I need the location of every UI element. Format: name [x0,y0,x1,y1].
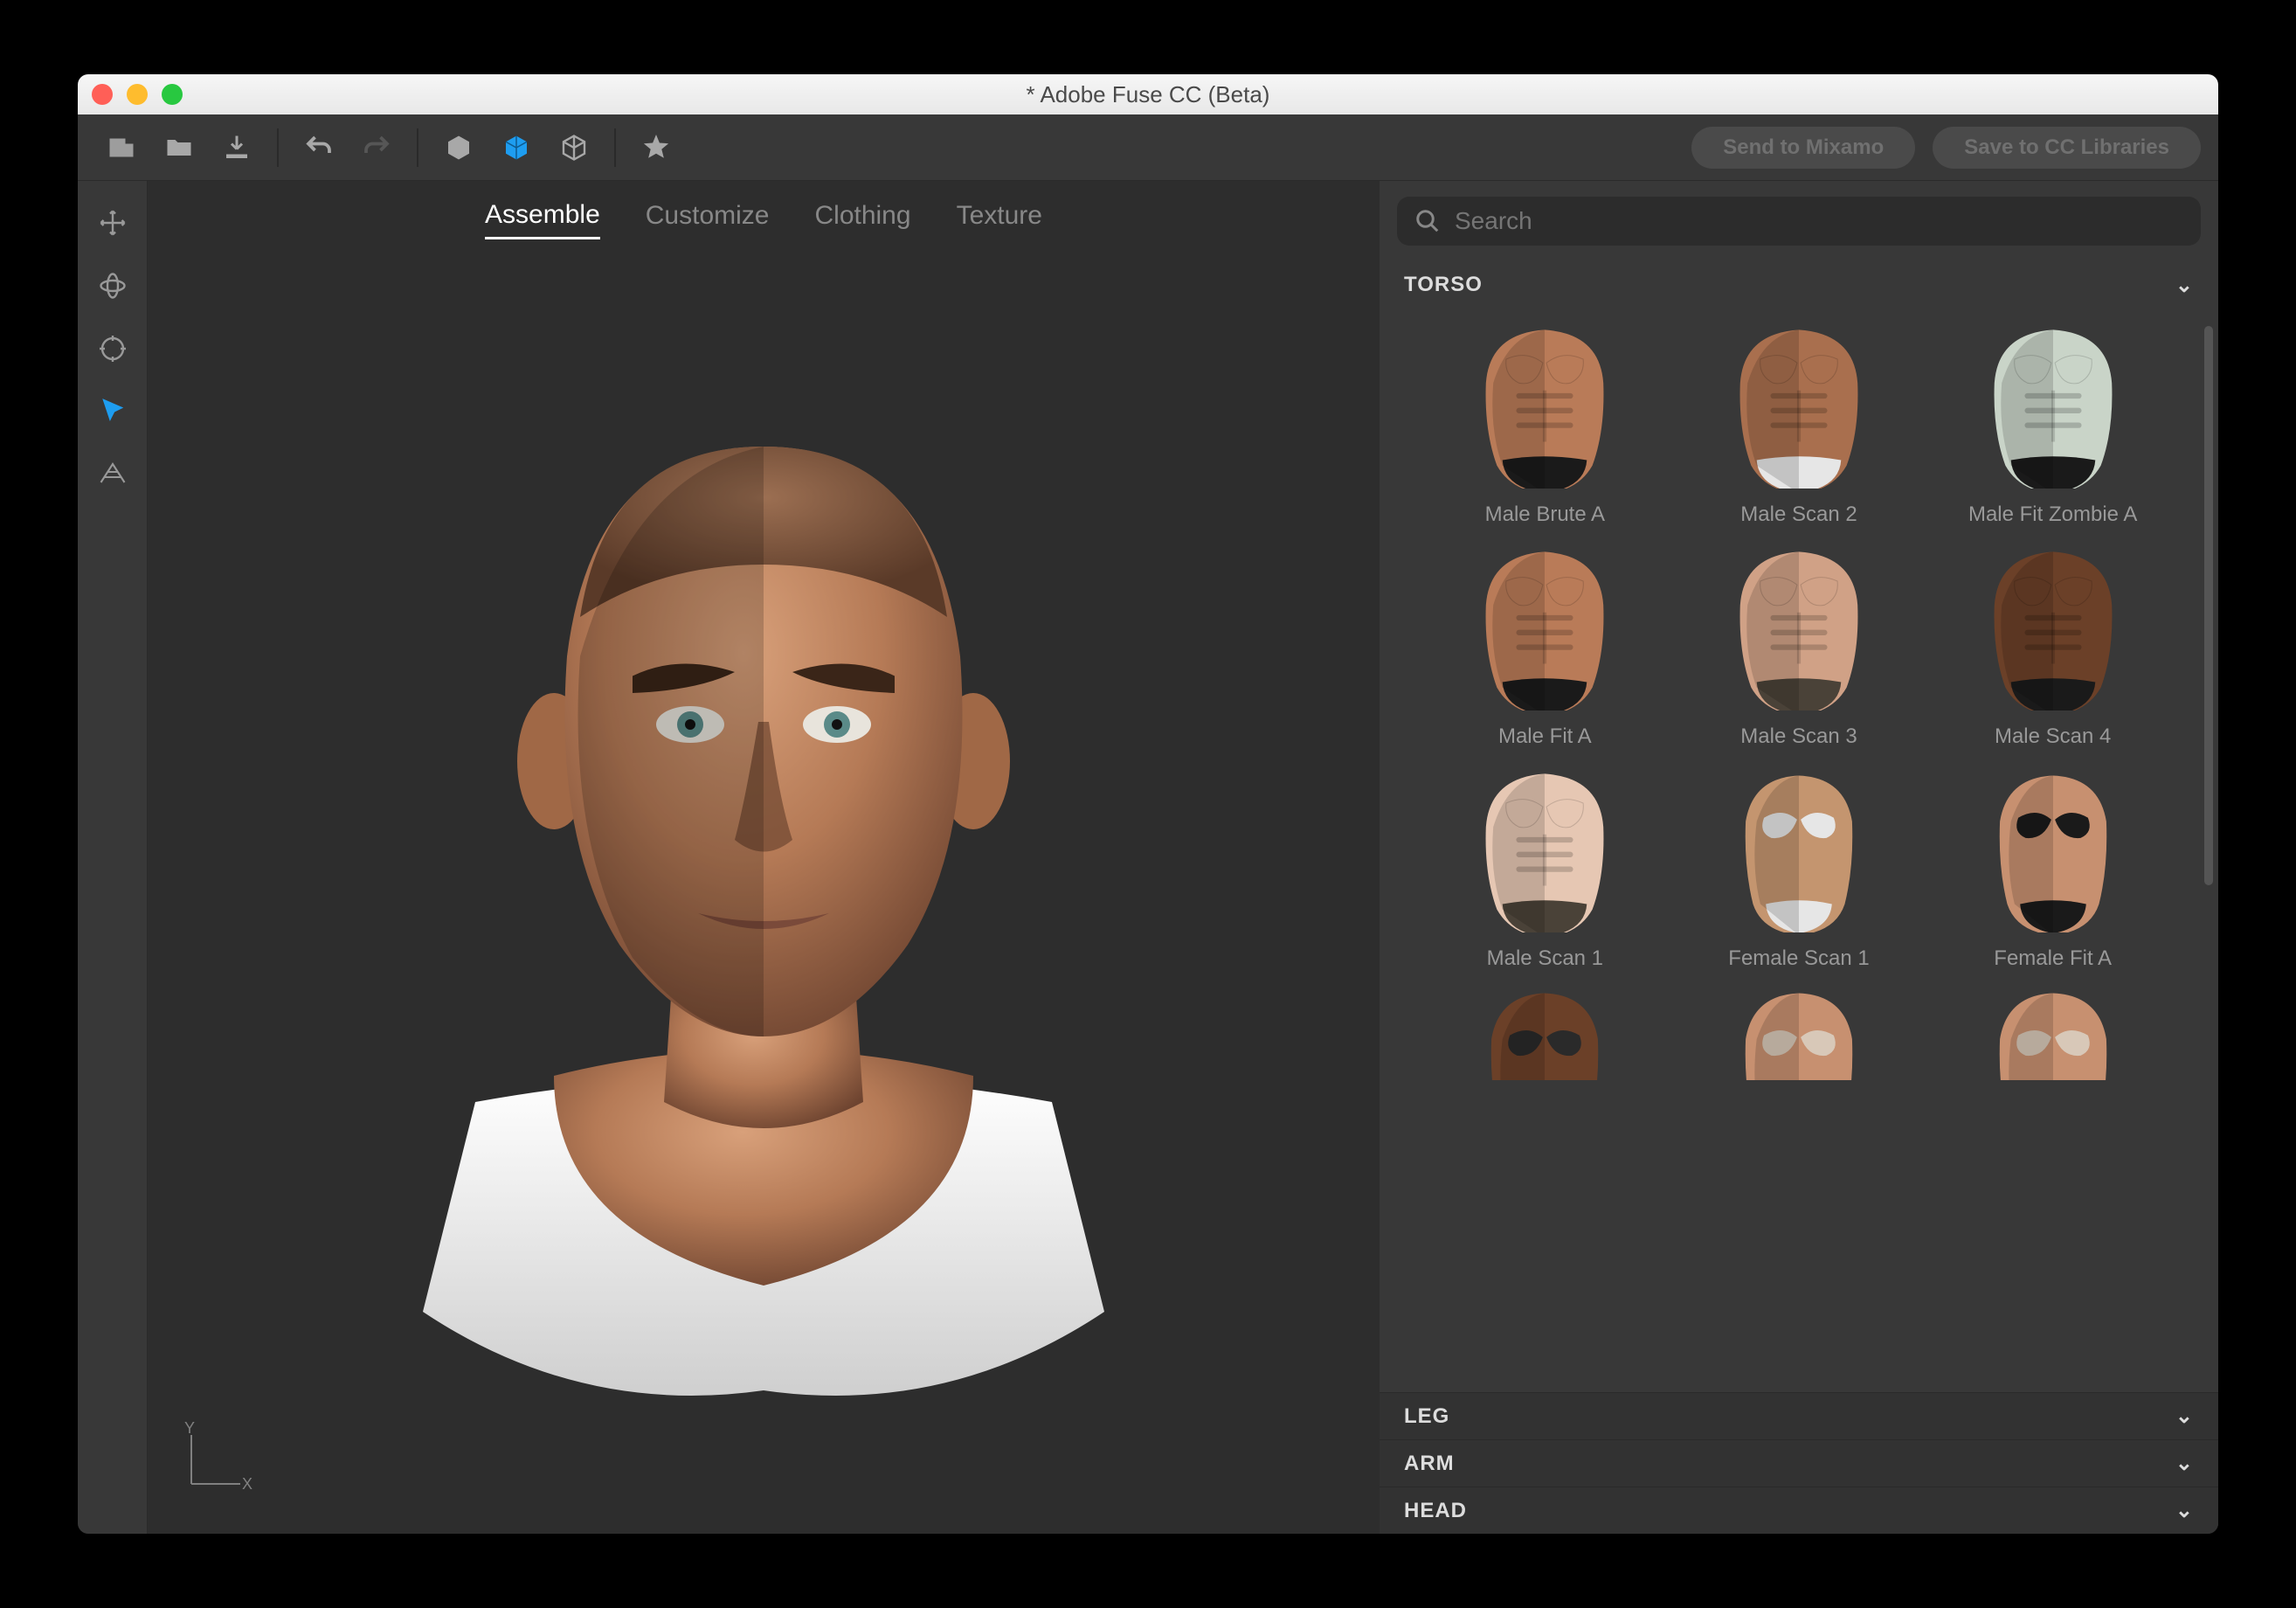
save-file-button[interactable] [211,121,263,174]
asset-thumbnail [1961,544,2145,710]
asset-item[interactable] [1418,988,1672,1076]
asset-thumbnail [1453,766,1636,932]
chevron-down-icon: ⌄ [2175,1451,2194,1476]
search-input-container[interactable] [1397,197,2201,246]
close-window-button[interactable] [92,84,113,105]
svg-text:Y: Y [184,1419,195,1437]
search-icon [1414,208,1441,234]
asset-thumbnail [1453,544,1636,710]
asset-item[interactable]: Female Fit A [1926,766,2180,971]
section-arm-header[interactable]: ARM ⌄ [1380,1439,2218,1487]
move-tool[interactable] [92,202,134,244]
orbit-tool[interactable] [92,265,134,307]
asset-item[interactable]: Male Scan 4 [1926,544,2180,749]
asset-item[interactable]: Male Scan 1 [1418,766,1672,971]
perspective-tool[interactable] [92,454,134,496]
asset-item[interactable] [1672,988,1926,1076]
asset-item[interactable]: Male Scan 3 [1672,544,1926,749]
section-head-label: HEAD [1404,1499,1467,1523]
tab-assemble[interactable]: Assemble [485,193,600,239]
asset-thumbnail [1707,322,1891,489]
section-leg-label: LEG [1404,1404,1449,1429]
asset-item[interactable]: Male Scan 2 [1672,322,1926,527]
asset-thumbnail [1961,322,2145,489]
section-torso-header[interactable]: TORSO ⌄ [1380,261,2218,308]
minimize-window-button[interactable] [127,84,148,105]
undo-button[interactable] [293,121,345,174]
asset-item[interactable] [1926,988,2180,1076]
scrollbar[interactable] [2204,326,2213,885]
section-leg-header[interactable]: LEG ⌄ [1380,1392,2218,1439]
asset-label: Female Scan 1 [1728,946,1869,971]
asset-label: Male Scan 1 [1487,946,1603,971]
asset-label: Male Scan 4 [1995,724,2111,749]
asset-label: Male Brute A [1485,502,1605,527]
send-to-mixamo-button[interactable]: Send to Mixamo [1691,127,1915,169]
character-head-model [370,368,1157,1417]
asset-item[interactable]: Male Brute A [1418,322,1672,527]
section-arm-label: ARM [1404,1452,1455,1476]
target-tool[interactable] [92,328,134,370]
maximize-window-button[interactable] [162,84,183,105]
section-head-header[interactable]: HEAD ⌄ [1380,1487,2218,1534]
tab-texture[interactable]: Texture [957,194,1042,238]
viewport-3d[interactable]: Y X [148,251,1380,1534]
creative-cloud-button[interactable] [95,121,148,174]
tab-clothing[interactable]: Clothing [814,194,910,238]
tab-customize[interactable]: Customize [646,194,770,238]
select-tool[interactable] [92,391,134,433]
asset-panel: TORSO ⌄ Male Brute A Male Scan 2 Male Fi… [1380,181,2218,1534]
chevron-down-icon: ⌄ [2175,1498,2194,1523]
tool-palette [78,181,148,1534]
asset-thumbnail [1707,544,1891,710]
section-torso-label: TORSO [1404,273,1483,297]
asset-label: Male Fit Zombie A [1968,502,2137,527]
window-title: * Adobe Fuse CC (Beta) [1027,81,1270,108]
asset-thumbnail [1707,766,1891,932]
titlebar: * Adobe Fuse CC (Beta) [78,74,2218,114]
asset-label: Female Fit A [1994,946,2112,971]
asset-thumbnail [1453,988,1636,1076]
shade-solid-button[interactable] [432,121,485,174]
asset-label: Male Scan 3 [1740,724,1857,749]
chevron-down-icon: ⌄ [2175,1404,2194,1429]
shade-wireframe-button[interactable] [548,121,600,174]
asset-label: Male Scan 2 [1740,502,1857,527]
open-file-button[interactable] [153,121,205,174]
asset-thumbnail [1961,988,2145,1076]
search-input[interactable] [1455,207,2183,235]
asset-item[interactable]: Male Fit Zombie A [1926,322,2180,527]
shade-textured-button[interactable] [490,121,543,174]
mode-tabs: Assemble Customize Clothing Texture [148,181,1380,251]
svg-text:X: X [242,1475,252,1493]
asset-label: Male Fit A [1498,724,1592,749]
axis-gizmo: Y X [179,1426,249,1502]
asset-thumbnail [1707,988,1891,1076]
main-toolbar: Send to Mixamo Save to CC Libraries [78,114,2218,181]
chevron-down-icon: ⌄ [2175,273,2194,298]
favorite-button[interactable] [630,121,682,174]
save-to-cc-libraries-button[interactable]: Save to CC Libraries [1933,127,2201,169]
asset-thumbnail [1453,322,1636,489]
redo-button[interactable] [350,121,403,174]
asset-item[interactable]: Female Scan 1 [1672,766,1926,971]
asset-thumbnail [1961,766,2145,932]
asset-item[interactable]: Male Fit A [1418,544,1672,749]
